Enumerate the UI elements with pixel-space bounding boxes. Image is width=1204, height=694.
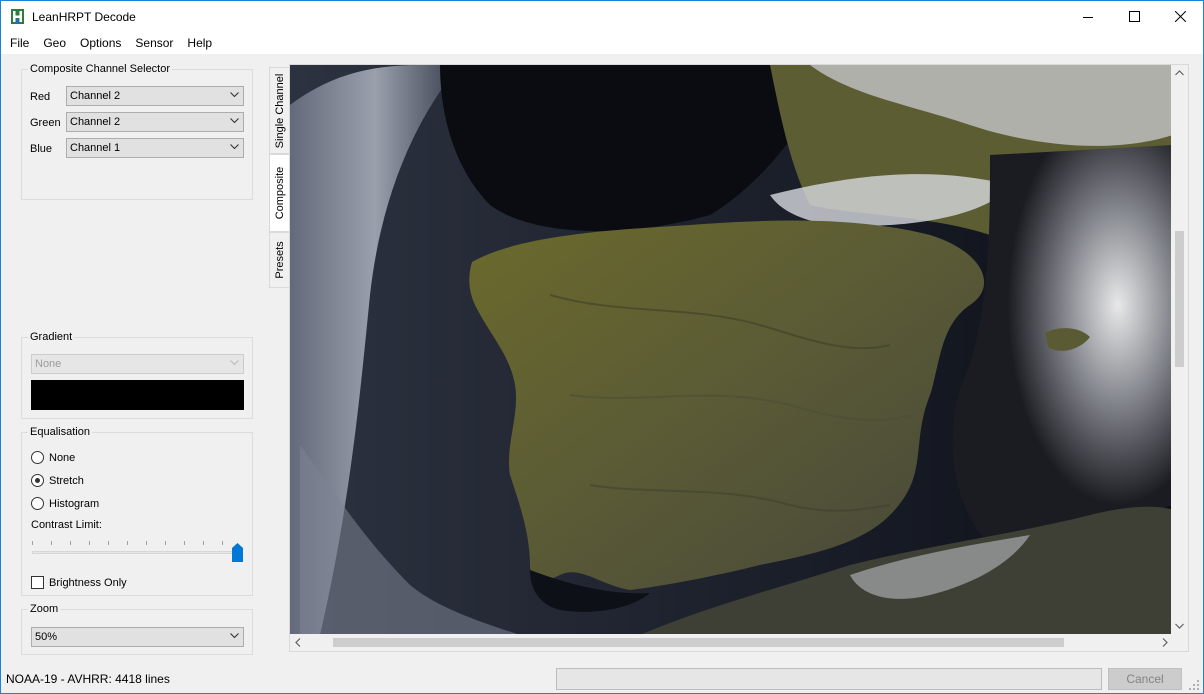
radio-none[interactable] — [31, 451, 44, 464]
maximize-icon — [1128, 11, 1140, 22]
scroll-up-icon[interactable] — [1175, 70, 1184, 76]
scroll-left-icon[interactable] — [295, 638, 301, 647]
tab-composite[interactable]: Composite — [269, 154, 290, 232]
chevron-down-icon — [230, 92, 239, 98]
resize-grip-icon[interactable] — [1188, 679, 1200, 691]
equalisation-group-title: Equalisation — [28, 426, 92, 439]
red-label: Red — [30, 91, 51, 103]
zoom-value: 50% — [35, 631, 58, 643]
horizontal-scrollbar[interactable] — [290, 634, 1173, 651]
tab-composite-label: Composite — [273, 166, 286, 220]
equalisation-group: Equalisation None Stretch Histogram Cont… — [21, 426, 253, 596]
composite-group-title: Composite Channel Selector — [28, 63, 173, 76]
zoom-group-title: Zoom — [28, 603, 61, 616]
gradient-value: None — [35, 358, 62, 370]
slider-thumb[interactable] — [232, 543, 243, 562]
menu-sensor[interactable]: Sensor — [128, 32, 180, 54]
gradient-select[interactable]: None — [31, 354, 244, 374]
image-viewport — [289, 64, 1189, 652]
menu-help[interactable]: Help — [180, 32, 219, 54]
slider-track — [32, 551, 241, 554]
radio-stretch-label: Stretch — [49, 475, 84, 487]
title-bar: LeanHRPT Decode — [1, 1, 1203, 32]
chevron-down-icon — [230, 633, 239, 639]
contrast-limit-label: Contrast Limit: — [31, 519, 102, 531]
radio-none-label: None — [49, 452, 76, 464]
tab-single-channel[interactable]: Single Channel — [269, 67, 290, 154]
composite-channel-group: Composite Channel Selector Red Channel 2… — [21, 63, 253, 200]
tab-presets-label: Presets — [273, 241, 286, 279]
close-button[interactable] — [1157, 1, 1203, 32]
close-icon — [1174, 11, 1186, 22]
radio-histogram[interactable] — [31, 497, 44, 510]
maximize-button[interactable] — [1111, 1, 1157, 32]
app-logo-icon — [11, 9, 24, 24]
status-text: NOAA-19 - AVHRR: 4418 lines — [6, 672, 170, 686]
scroll-corner — [1171, 634, 1188, 651]
chevron-down-icon — [230, 360, 239, 366]
green-label: Green — [30, 117, 61, 129]
vertical-scroll-thumb[interactable] — [1175, 231, 1184, 367]
tab-single-channel-label: Single Channel — [273, 73, 286, 148]
green-channel-value: Channel 2 — [70, 116, 121, 128]
brightness-only-checkbox[interactable] — [31, 576, 44, 589]
blue-channel-select[interactable]: Channel 1 — [66, 138, 244, 158]
scroll-right-icon[interactable] — [1162, 638, 1168, 647]
gradient-group-title: Gradient — [28, 331, 75, 344]
chevron-down-icon — [230, 118, 239, 124]
zoom-group: Zoom 50% — [21, 603, 253, 655]
red-channel-value: Channel 2 — [70, 90, 121, 102]
cancel-button[interactable]: Cancel — [1108, 668, 1182, 690]
scroll-down-icon[interactable] — [1175, 623, 1184, 629]
red-channel-select[interactable]: Channel 2 — [66, 86, 244, 106]
minimize-icon — [1083, 16, 1093, 18]
tab-presets[interactable]: Presets — [269, 232, 290, 288]
satellite-image-graphic — [290, 65, 1173, 635]
blue-channel-value: Channel 1 — [70, 142, 121, 154]
window-title: LeanHRPT Decode — [32, 10, 136, 24]
brightness-only-label: Brightness Only — [49, 577, 127, 589]
green-channel-select[interactable]: Channel 2 — [66, 112, 244, 132]
menu-file[interactable]: File — [1, 32, 36, 54]
menu-geo[interactable]: Geo — [36, 32, 73, 54]
radio-histogram-label: Histogram — [49, 498, 100, 510]
chevron-down-icon — [230, 144, 239, 150]
minimize-button[interactable] — [1065, 1, 1111, 32]
satellite-image[interactable] — [290, 65, 1173, 635]
menu-options[interactable]: Options — [73, 32, 128, 54]
blue-label: Blue — [30, 143, 53, 155]
radio-stretch[interactable] — [31, 474, 44, 487]
gradient-group: Gradient None — [21, 331, 253, 419]
horizontal-scroll-thumb[interactable] — [333, 638, 1064, 647]
vertical-scrollbar[interactable] — [1171, 65, 1188, 635]
zoom-select[interactable]: 50% — [31, 627, 244, 647]
menu-bar: File Geo Options Sensor Help — [1, 32, 1203, 54]
progress-bar — [556, 668, 1102, 690]
app-window: LeanHRPT Decode File Geo Options Sensor … — [0, 0, 1204, 694]
gradient-preview — [31, 380, 244, 410]
